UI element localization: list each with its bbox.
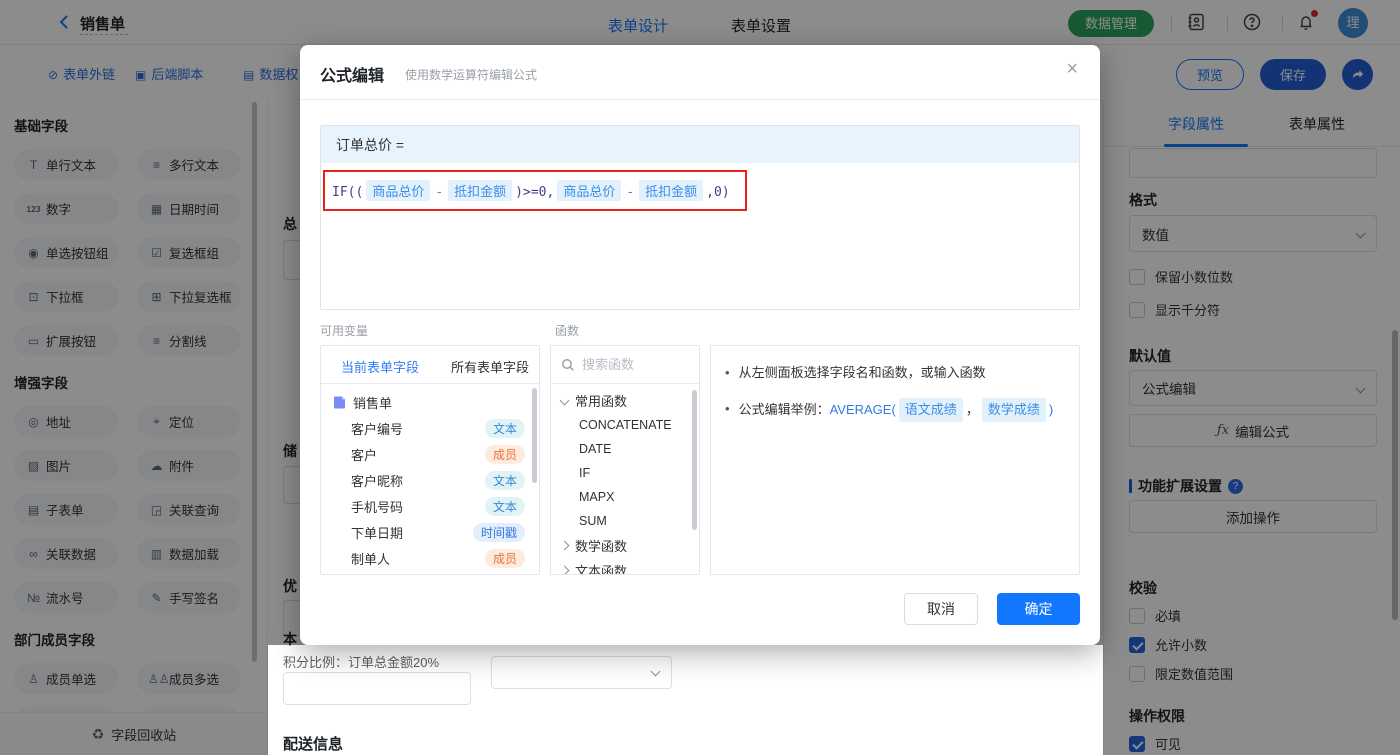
delivery-section-header: 配送信息 bbox=[283, 736, 344, 753]
annotation-red-rectangle: IF((商品总价 - 抵扣金额)>=0, 商品总价 - 抵扣金额 ,0) bbox=[323, 170, 747, 211]
close-icon[interactable]: × bbox=[1066, 59, 1078, 79]
formula-editor[interactable]: IF((商品总价 - 抵扣金额)>=0, 商品总价 - 抵扣金额 ,0) bbox=[321, 163, 1079, 309]
modal-overlay bbox=[0, 645, 268, 755]
variable-field-row[interactable]: 客户编号 文本 bbox=[321, 415, 539, 441]
function-item[interactable]: SUM bbox=[551, 509, 699, 533]
modal-title: 公式编辑 bbox=[320, 68, 385, 85]
functions-panel: 常用函数 CONCATENATE DATE IF MAPX SUM 数学函数 文… bbox=[550, 345, 700, 575]
function-item[interactable]: CONCATENATE bbox=[551, 413, 699, 437]
function-group-text[interactable]: 文本函数 bbox=[551, 558, 699, 574]
help-tip: 从左侧面板选择字段名和函数，或输入函数 bbox=[725, 362, 1065, 384]
example-field-chip: 数学成绩 bbox=[981, 398, 1046, 422]
formula-box: 订单总价 = IF((商品总价 - 抵扣金额)>=0, 商品总价 - 抵扣金额 ,0) bbox=[320, 125, 1080, 310]
function-group-math[interactable]: 数学函数 bbox=[551, 533, 699, 558]
function-item[interactable]: IF bbox=[551, 461, 699, 485]
variable-field-row[interactable]: 客户昵称 文本 bbox=[321, 467, 539, 493]
formula-expression[interactable]: IF((商品总价 - 抵扣金额)>=0, 商品总价 - 抵扣金额 ,0) bbox=[332, 180, 730, 201]
form-root-node[interactable]: 销售单 bbox=[321, 389, 539, 415]
formula-target: 订单总价 = bbox=[321, 126, 1079, 163]
formula-help-panel: 从左侧面板选择字段名和函数，或输入函数 公式编辑举例：AVERAGE(语文成绩，… bbox=[710, 345, 1080, 575]
variable-field-row[interactable]: 下单日期 时间戳 bbox=[321, 519, 539, 545]
tab-all-form-fields[interactable]: 所有表单字段 bbox=[451, 357, 529, 376]
search-input[interactable] bbox=[582, 357, 682, 372]
confirm-button[interactable]: 确定 bbox=[997, 593, 1080, 625]
variables-scrollbar[interactable] bbox=[532, 388, 537, 483]
function-item[interactable]: DATE bbox=[551, 437, 699, 461]
modal-subtitle: 使用数学运算符编辑公式 bbox=[405, 68, 538, 82]
chevron-down-icon bbox=[650, 666, 661, 677]
canvas-dropdown[interactable] bbox=[491, 656, 672, 689]
cancel-button[interactable]: 取消 bbox=[904, 593, 978, 625]
field-type-badge: 成员 bbox=[484, 444, 525, 464]
variable-field-row[interactable]: 手机号码 文本 bbox=[321, 493, 539, 519]
modal-overlay bbox=[1103, 645, 1400, 755]
points-input[interactable] bbox=[283, 672, 471, 705]
variables-panel: 当前表单字段 所有表单字段 销售单 客户编号 文本 客户 成员 客户昵称 文本 手机号… bbox=[320, 345, 540, 575]
document-icon bbox=[334, 396, 345, 409]
field-type-badge: 文本 bbox=[484, 418, 525, 438]
field-type-badge: 文本 bbox=[484, 496, 525, 516]
help-example: 公式编辑举例：AVERAGE(语文成绩，数学成绩) bbox=[725, 398, 1065, 422]
formula-edit-modal: 公式编辑 使用数学运算符编辑公式 × 订单总价 = IF((商品总价 - 抵扣金额)… bbox=[300, 45, 1100, 645]
field-type-badge: 文本 bbox=[484, 470, 525, 490]
field-chip[interactable]: 商品总价 bbox=[557, 180, 622, 201]
chevron-down-icon bbox=[559, 395, 570, 406]
variables-tabs: 当前表单字段 所有表单字段 bbox=[321, 346, 539, 384]
field-type-badge: 成员 bbox=[484, 548, 525, 568]
search-icon bbox=[562, 358, 574, 371]
field-type-badge: 时间戳 bbox=[472, 522, 525, 542]
function-item[interactable]: MAPX bbox=[551, 485, 699, 509]
field-chip[interactable]: 抵扣金额 bbox=[639, 180, 704, 201]
field-chip[interactable]: 商品总价 bbox=[366, 180, 431, 201]
tab-current-form-fields[interactable]: 当前表单字段 bbox=[341, 357, 419, 376]
modal-header: 公式编辑 使用数学运算符编辑公式 × bbox=[300, 45, 1100, 100]
chevron-right-icon bbox=[559, 540, 570, 551]
variable-field-row[interactable]: 制单人 成员 bbox=[321, 545, 539, 571]
variables-label: 可用变量 bbox=[320, 324, 369, 338]
example-field-chip: 语文成绩 bbox=[898, 398, 963, 422]
chevron-right-icon bbox=[559, 565, 570, 574]
field-chip[interactable]: 抵扣金额 bbox=[448, 180, 513, 201]
function-group-common[interactable]: 常用函数 bbox=[551, 388, 699, 413]
variable-field-row[interactable]: 客户 成员 bbox=[321, 441, 539, 467]
functions-label: 函数 bbox=[555, 324, 580, 338]
points-ratio-hint: 积分比例：订单总金额20% bbox=[283, 655, 440, 670]
variables-list: 销售单 客户编号 文本 客户 成员 客户昵称 文本 手机号码 文本 下单日期 时间戳 制单… bbox=[321, 389, 539, 571]
app-root: 销售单 表单设计 表单设置 数据管理 理 ⊘ 表单外链 ▣ 后端脚本 ▤ 数据权 预览… bbox=[0, 0, 1400, 755]
functions-scrollbar[interactable] bbox=[692, 390, 697, 530]
function-search bbox=[551, 346, 699, 384]
